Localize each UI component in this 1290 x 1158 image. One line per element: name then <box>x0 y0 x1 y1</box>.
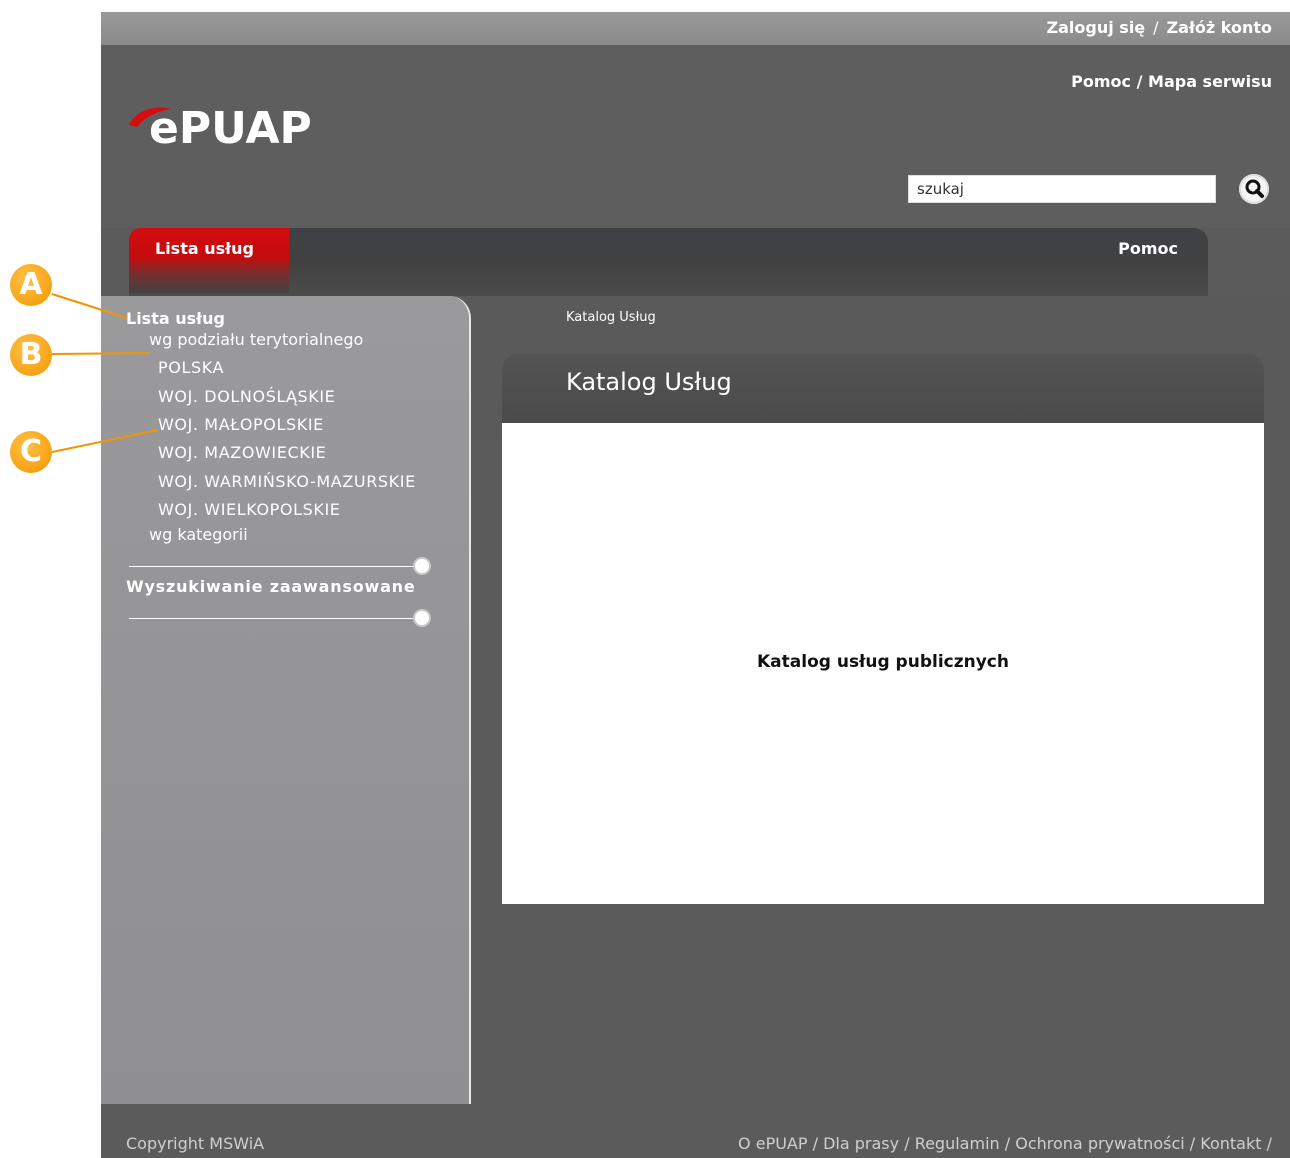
register-link[interactable]: Załóż konto <box>1167 18 1272 37</box>
sidebar-item-region[interactable]: WOJ. MAZOWIECKIE <box>158 443 326 462</box>
separator: / <box>1266 1134 1272 1153</box>
footer-links: O ePUAP / Dla prasy / Regulamin / Ochron… <box>738 1134 1272 1153</box>
sidebar-item-region[interactable]: WOJ. MAŁOPOLSKIE <box>158 415 324 434</box>
sidebar-item-region[interactable]: WOJ. WIELKOPOLSKIE <box>158 500 341 519</box>
separator: / <box>1189 1134 1196 1153</box>
account-links: Zaloguj się / Załóż konto <box>1047 18 1272 37</box>
login-link[interactable]: Zaloguj się <box>1047 18 1146 37</box>
separator: / <box>1136 72 1143 91</box>
search-icon <box>1245 179 1264 198</box>
divider-knob-icon <box>415 559 429 573</box>
header: Pomoc / Mapa serwisu ePUAP <box>101 45 1290 228</box>
sidebar-item-region[interactable]: WOJ. WARMIŃSKO-MAZURSKIE <box>158 472 416 491</box>
sidebar-item-region[interactable]: WOJ. DOLNOŚLĄSKIE <box>158 387 335 406</box>
sidebar-item-territorial[interactable]: wg podziału terytorialnego <box>149 330 363 349</box>
footer-link-press[interactable]: Dla prasy <box>823 1134 899 1153</box>
search-input[interactable] <box>908 175 1216 203</box>
help-links: Pomoc / Mapa serwisu <box>1071 72 1272 91</box>
footer-link-about[interactable]: O ePUAP <box>738 1134 807 1153</box>
divider-knob-icon <box>415 611 429 625</box>
panel-body: Katalog usług publicznych <box>502 423 1264 904</box>
main-nav: Lista usług Pomoc <box>129 228 1208 296</box>
tab-help[interactable]: Pomoc <box>1118 239 1178 258</box>
divider <box>129 618 423 619</box>
sidebar: Lista usług wg podziału terytorialnego P… <box>101 296 471 1104</box>
search-box <box>908 174 1269 204</box>
page-frame: Zaloguj się / Załóż konto Pomoc / Mapa ser… <box>101 12 1290 1158</box>
separator: / <box>904 1134 910 1153</box>
callout-a: A <box>10 264 52 306</box>
separator: / <box>812 1134 819 1153</box>
breadcrumb[interactable]: Katalog Usług <box>566 310 656 325</box>
divider <box>129 566 423 567</box>
footer-link-contact[interactable]: Kontakt <box>1200 1134 1261 1153</box>
footer-link-privacy[interactable]: Ochrona prywatności <box>1015 1134 1184 1153</box>
top-bar: Zaloguj się / Załóż konto <box>101 12 1290 45</box>
tab-service-list[interactable]: Lista usług <box>129 228 289 293</box>
help-link[interactable]: Pomoc <box>1071 72 1131 91</box>
panel-text: Katalog usług publicznych <box>757 652 1009 672</box>
sidebar-item-region[interactable]: POLSKA <box>158 358 224 377</box>
sidebar-title[interactable]: Lista usług <box>126 309 225 328</box>
panel-header: Katalog Usług <box>502 354 1264 423</box>
separator: / <box>1153 18 1159 37</box>
callout-c: C <box>10 431 52 473</box>
footer-link-terms[interactable]: Regulamin <box>915 1134 1000 1153</box>
logo-text: ePUAP <box>149 103 312 154</box>
copyright: Copyright MSWiA <box>126 1134 265 1153</box>
search-button[interactable] <box>1239 174 1269 204</box>
separator: / <box>1004 1134 1011 1153</box>
callout-b: B <box>10 334 52 376</box>
sidebar-item-category[interactable]: wg kategorii <box>149 525 248 544</box>
sitemap-link[interactable]: Mapa serwisu <box>1148 72 1272 91</box>
page-title: Katalog Usług <box>566 368 732 396</box>
advanced-search-link[interactable]: Wyszukiwanie zaawansowane <box>126 577 416 596</box>
tab-label: Lista usług <box>155 239 254 258</box>
epuap-logo[interactable]: ePUAP <box>127 95 347 155</box>
